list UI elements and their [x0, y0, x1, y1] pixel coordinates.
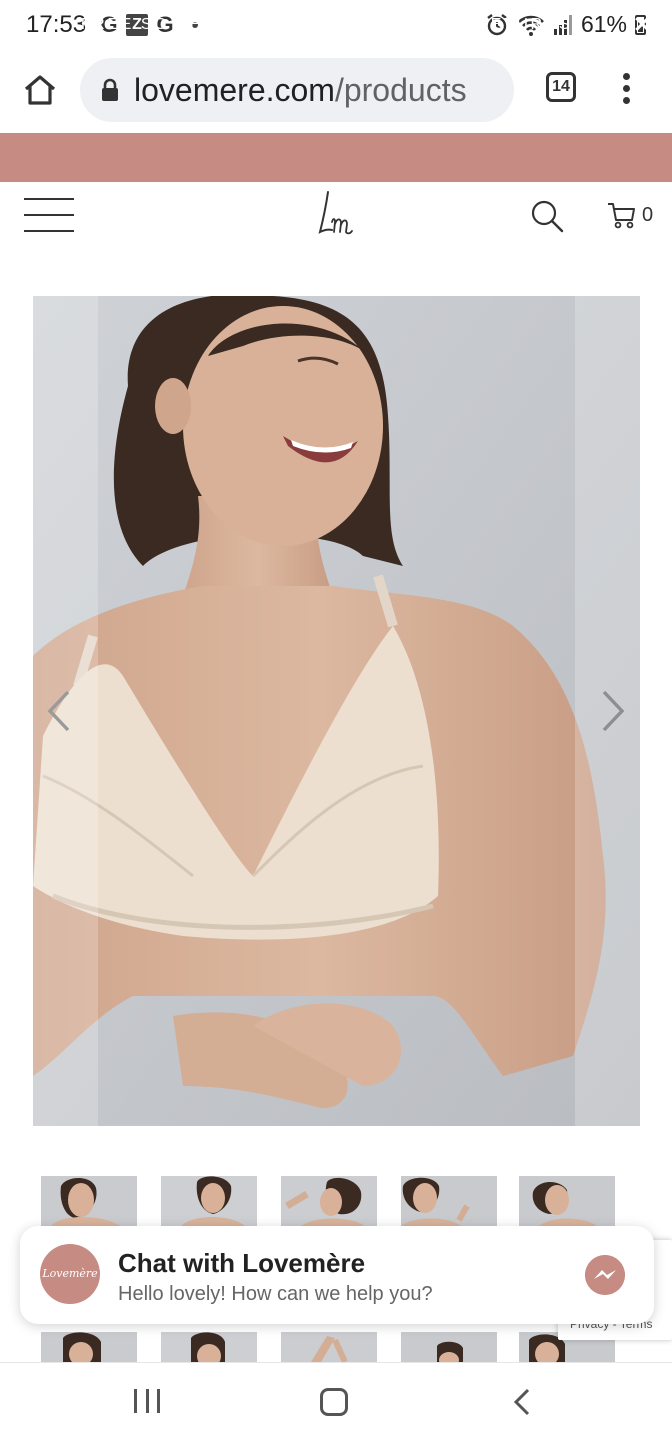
- hamburger-menu-icon[interactable]: [24, 198, 74, 234]
- lock-icon: [102, 78, 118, 101]
- announcement-bar: [0, 133, 672, 182]
- chevron-left-icon[interactable]: [44, 688, 74, 734]
- product-thumbnail[interactable]: [401, 1176, 497, 1226]
- cart-icon: [608, 203, 635, 229]
- product-thumbnail[interactable]: [281, 1332, 377, 1362]
- browser-toolbar: lovemere.com/products 14: [0, 52, 672, 132]
- product-thumbnail[interactable]: [41, 1176, 137, 1226]
- product-photo: [33, 296, 640, 1126]
- cart-button[interactable]: 0: [606, 200, 653, 230]
- cart-count: 0: [642, 203, 654, 226]
- tab-switcher-button[interactable]: 14: [546, 72, 576, 102]
- address-bar[interactable]: lovemere.com/products: [80, 58, 514, 122]
- back-icon[interactable]: [512, 1387, 532, 1417]
- product-thumbnail[interactable]: [281, 1176, 377, 1226]
- chat-widget[interactable]: Lovemère Chat with Lovemère Hello lovely…: [20, 1226, 654, 1324]
- search-icon[interactable]: [530, 199, 564, 233]
- recent-apps-icon[interactable]: [134, 1389, 160, 1413]
- android-nav-bar: [0, 1362, 672, 1440]
- messenger-icon[interactable]: [585, 1255, 625, 1295]
- url-host: lovemere.com: [134, 71, 335, 108]
- chat-avatar: Lovemère: [40, 1244, 100, 1304]
- browser-menu-icon[interactable]: [614, 70, 638, 110]
- announcement-text: FREE SG SHIPPING ABOVE S$65. EASY RETURN…: [80, 16, 580, 33]
- chat-subtitle: Hello lovely! How can we help you?: [118, 1283, 433, 1305]
- product-thumbnail[interactable]: [401, 1332, 497, 1362]
- product-thumbnail[interactable]: [41, 1332, 137, 1362]
- chevron-right-icon[interactable]: [598, 688, 628, 734]
- product-thumbnail[interactable]: [161, 1332, 257, 1362]
- chat-title: Chat with Lovemère: [118, 1248, 366, 1278]
- product-main-image[interactable]: [33, 296, 640, 1126]
- close-announcement-icon[interactable]: ✕: [633, 12, 653, 37]
- product-thumbnail[interactable]: [161, 1176, 257, 1226]
- home-icon[interactable]: [20, 70, 60, 110]
- lovemere-logo[interactable]: [314, 188, 360, 244]
- url-path: /products: [334, 71, 467, 108]
- home-nav-icon[interactable]: [320, 1388, 348, 1416]
- product-thumbnail[interactable]: [519, 1176, 615, 1226]
